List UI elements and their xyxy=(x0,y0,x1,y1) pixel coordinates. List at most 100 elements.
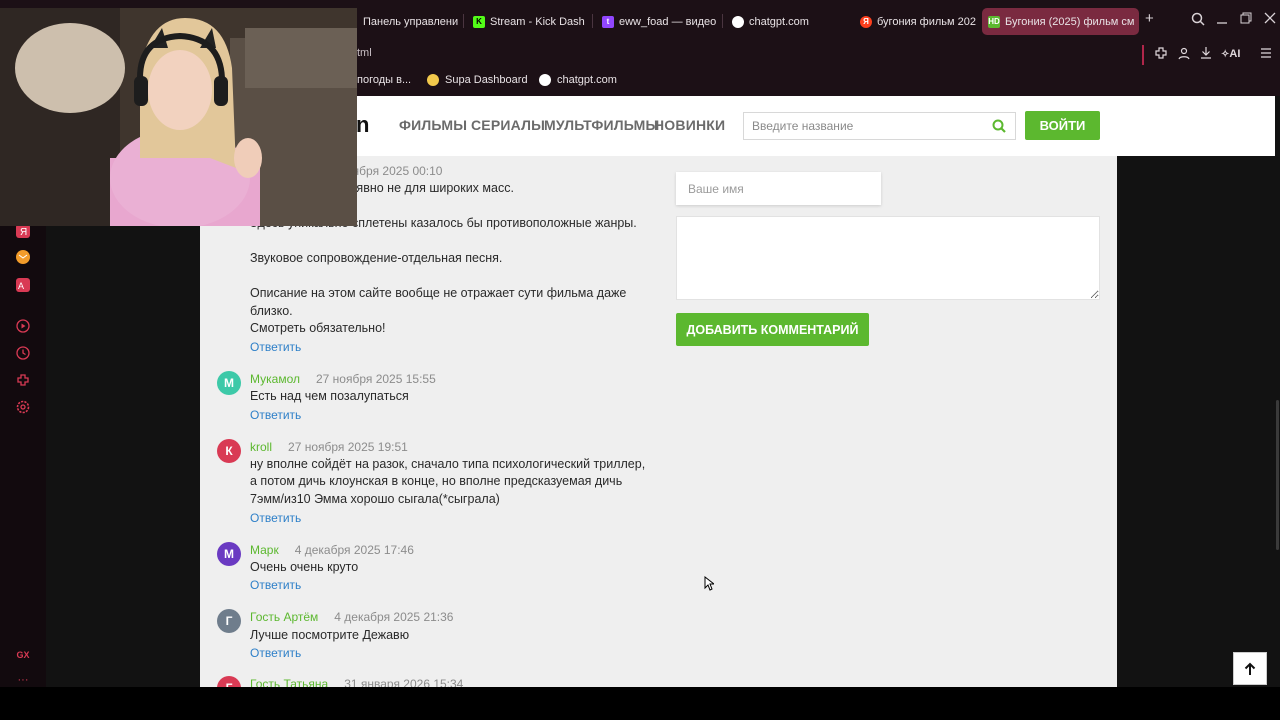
profile-icon[interactable] xyxy=(1177,46,1191,63)
bookmark-label: Supa Dashboard xyxy=(445,74,528,86)
comment-text: а потом дичь клоунская в конце, но вполн… xyxy=(250,474,623,488)
login-button[interactable]: ВОЙТИ xyxy=(1025,111,1100,140)
tab-separator xyxy=(722,14,723,28)
avatar: Г xyxy=(217,609,241,633)
bookmark-label: погоды в... xyxy=(357,74,412,86)
comment-author[interactable]: Гость Татьяна xyxy=(250,677,328,687)
tab-yandex-search[interactable]: Я бугония фильм 202 xyxy=(854,8,976,35)
svg-text:A: A xyxy=(18,281,24,291)
comment-text: 7эмм/из10 Эмма хорошо сыгала(*сыграла) xyxy=(250,492,500,506)
new-tab-button[interactable]: + xyxy=(1145,10,1154,27)
yandex-icon: Я xyxy=(860,15,872,28)
search-icon[interactable] xyxy=(991,118,1007,134)
hd-site-icon: HD xyxy=(988,15,1000,28)
chatgpt-icon xyxy=(539,74,551,86)
url-text[interactable]: tml xyxy=(357,47,372,59)
nav-new[interactable]: НОВИНКИ xyxy=(654,117,725,133)
comment-header: Мукамол 27 ноября 2025 15:55 xyxy=(250,372,436,386)
supa-icon xyxy=(427,74,439,86)
more-icon[interactable]: ··· xyxy=(15,672,31,688)
tab-label: chatgpt.com xyxy=(749,15,809,28)
mail-icon[interactable] xyxy=(15,249,31,265)
tab-kick-dashboard[interactable]: K Stream - Kick Dash xyxy=(467,8,587,35)
comment-header: Марк 4 декабря 2025 17:46 xyxy=(250,543,414,557)
extensions-icon[interactable] xyxy=(1154,46,1168,63)
search-tabs-icon[interactable] xyxy=(1191,12,1205,29)
mouse-cursor-icon xyxy=(704,575,716,596)
settings-icon[interactable] xyxy=(15,399,31,415)
translate-icon[interactable]: A xyxy=(15,277,31,293)
bookmark-supa-dashboard[interactable]: Supa Dashboard xyxy=(427,74,528,86)
menu-icon[interactable] xyxy=(1259,46,1273,63)
avatar: М xyxy=(217,542,241,566)
avatar: М xyxy=(217,371,241,395)
reply-link[interactable]: Ответить xyxy=(250,511,301,525)
comment-text: Лучше посмотрите Дежавю xyxy=(250,628,410,642)
comment-author[interactable]: kroll xyxy=(250,440,272,454)
history-icon[interactable] xyxy=(15,345,31,361)
screen: Панель управлени K Stream - Kick Dash t … xyxy=(0,0,1280,720)
nav-films[interactable]: ФИЛЬМЫ xyxy=(399,117,467,133)
comment-date-text: оября 2025 00:10 xyxy=(346,164,443,178)
avatar: Г xyxy=(217,676,241,687)
webcam-overlay xyxy=(0,8,357,226)
reply-link[interactable]: Ответить xyxy=(250,340,301,354)
reply-link[interactable]: Ответить xyxy=(250,408,301,422)
comment-text: Смотреть обязательно! xyxy=(250,321,386,335)
comments-section: оября 2025 00:10 о явно не для широких м… xyxy=(200,156,1117,687)
ai-label: AI xyxy=(1229,48,1241,60)
tab-separator xyxy=(463,14,464,28)
bookmark-label: chatgpt.com xyxy=(557,74,617,86)
tab-label: Бугония (2025) фильм см xyxy=(1005,15,1135,28)
tab-chatgpt[interactable]: chatgpt.com xyxy=(726,8,846,35)
comment-author[interactable]: Гость Артём xyxy=(250,610,318,624)
comment-text: близко. xyxy=(250,304,293,318)
comment-author[interactable]: Марк xyxy=(250,543,279,557)
svg-text:Я: Я xyxy=(20,227,27,238)
name-field[interactable] xyxy=(676,172,881,205)
download-icon[interactable] xyxy=(1199,46,1213,63)
reply-link[interactable]: Ответить xyxy=(250,646,301,660)
nav-series[interactable]: СЕРИАЛЫ xyxy=(471,117,545,133)
tab-control-panel[interactable]: Панель управлени xyxy=(357,8,461,35)
comment-header: Гость Татьяна 31 января 2026 15:34 xyxy=(250,677,463,687)
chatgpt-icon xyxy=(732,15,744,28)
gx-icon[interactable]: GX xyxy=(15,647,31,663)
search-box xyxy=(743,112,1016,140)
aria-ai-button[interactable]: ✧AI xyxy=(1221,48,1240,60)
comment-header: Гость Артём 4 декабря 2025 21:36 xyxy=(250,610,453,624)
tab-twitch-video[interactable]: t eww_foad — видео xyxy=(596,8,718,35)
reply-link[interactable]: Ответить xyxy=(250,578,301,592)
comment-text: Очень очень круто xyxy=(250,560,359,574)
tab-label: бугония фильм 202 xyxy=(877,15,976,28)
comment-date: 27 ноября 2025 15:55 xyxy=(315,372,436,386)
search-input[interactable] xyxy=(744,113,984,139)
player-icon[interactable] xyxy=(15,318,31,334)
comment-header: kroll 27 ноября 2025 19:51 xyxy=(250,440,408,454)
comment-text: ну вполне сойдёт на разок, сначало типа … xyxy=(250,457,646,471)
comment-text: Есть над чем позалупаться xyxy=(250,389,409,403)
comment-text: Звуковое сопровождение-отдельная песня. xyxy=(250,251,503,265)
comment-author[interactable]: Мукамол xyxy=(250,372,300,386)
twitch-icon: t xyxy=(602,15,614,28)
address-divider xyxy=(1142,45,1144,65)
comment-date: 31 января 2026 15:34 xyxy=(344,677,464,687)
scroll-top-button[interactable] xyxy=(1233,652,1267,685)
site-logo[interactable]: n xyxy=(356,112,369,138)
add-comment-button[interactable]: ДОБАВИТЬ КОММЕНТАРИЙ xyxy=(676,313,869,346)
scrollbar[interactable] xyxy=(1276,400,1279,550)
comment-date: 4 декабря 2025 21:36 xyxy=(334,610,454,624)
tab-bugonia-active[interactable]: HD Бугония (2025) фильм см xyxy=(982,8,1139,35)
close-icon[interactable] xyxy=(1264,12,1276,27)
tab-separator xyxy=(592,14,593,28)
kick-icon: K xyxy=(473,15,485,28)
minimize-icon[interactable] xyxy=(1216,12,1228,27)
restore-icon[interactable] xyxy=(1240,12,1252,27)
bookmark-weather[interactable]: погоды в... xyxy=(357,74,411,86)
bookmark-chatgpt[interactable]: chatgpt.com xyxy=(539,74,617,86)
nav-cartoons[interactable]: МУЛЬТФИЛЬМЫ xyxy=(544,117,659,133)
avatar: К xyxy=(217,439,241,463)
comment-textarea[interactable] xyxy=(676,216,1100,300)
comment-date: 27 ноября 2025 19:51 xyxy=(288,440,408,454)
extensions-icon[interactable] xyxy=(15,372,31,388)
